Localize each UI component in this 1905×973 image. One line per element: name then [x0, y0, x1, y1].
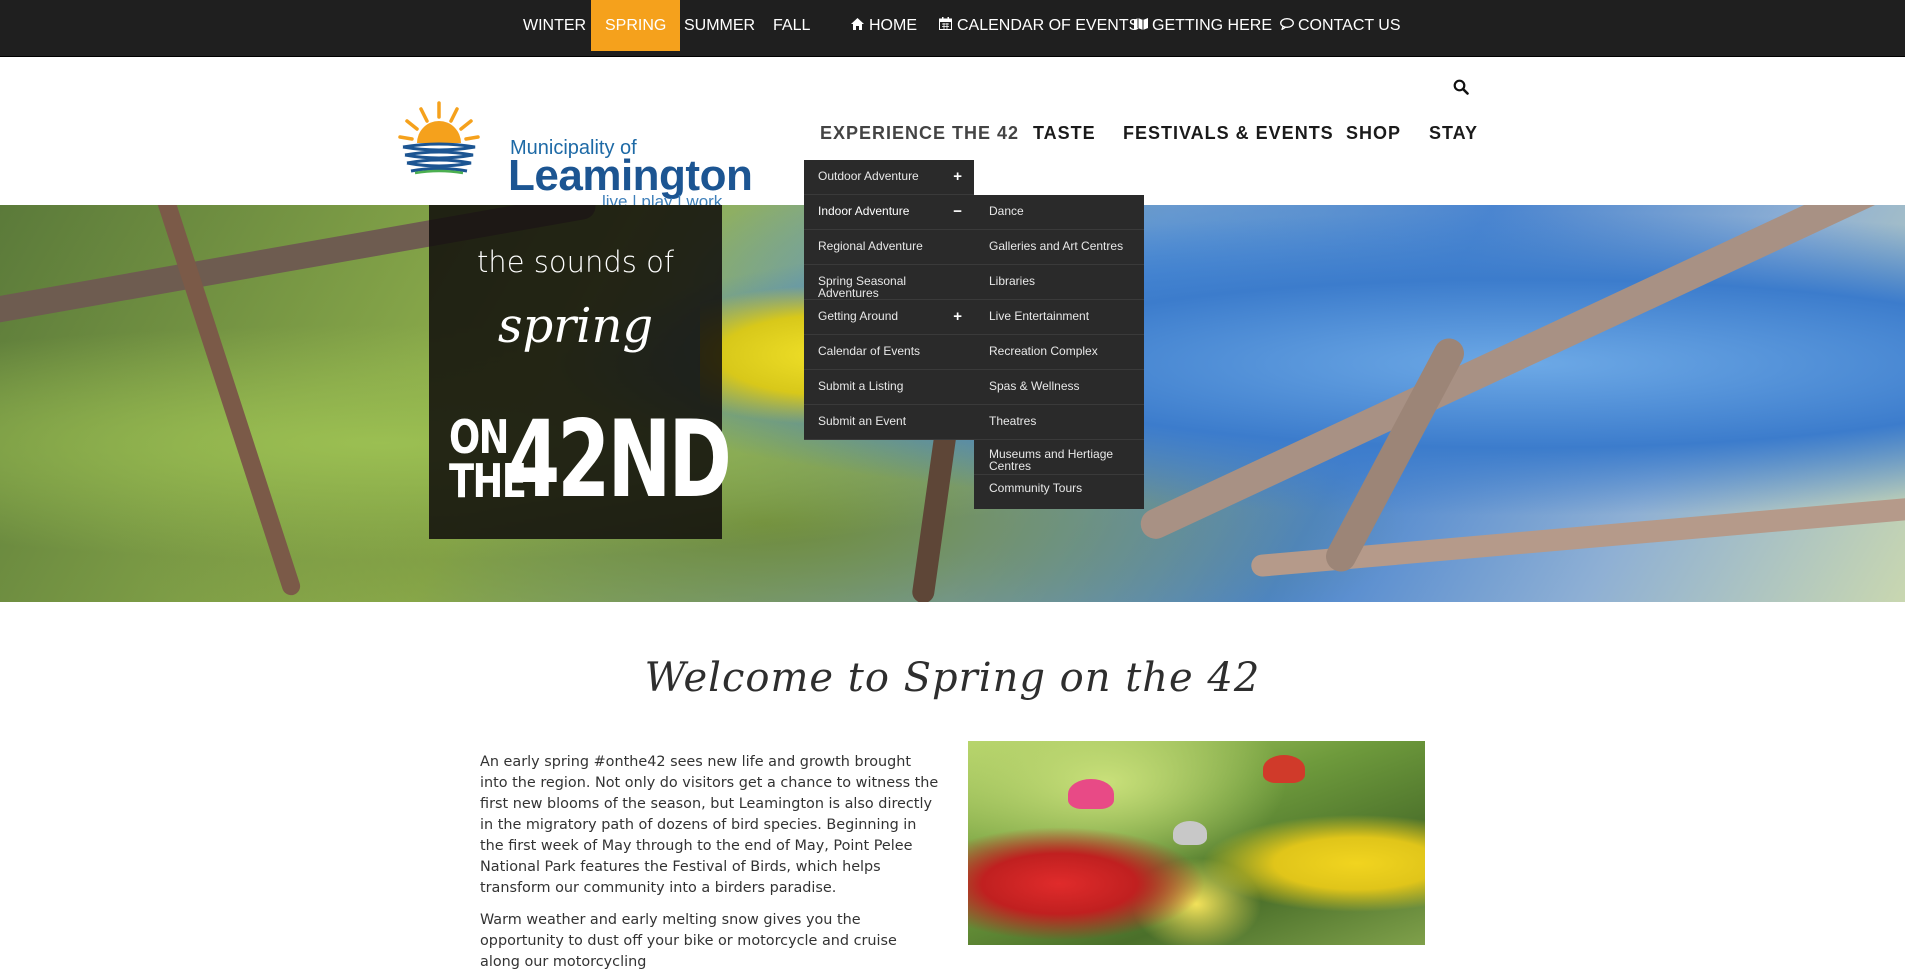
submenu-item-community-tours[interactable]: Community Tours [974, 475, 1144, 510]
dropdown-item-label: Submit a Listing [818, 379, 904, 393]
hero-42nd-text: 42ND [507, 398, 732, 521]
calendar-of-events-link[interactable]: CALENDAR OF EVENTS [938, 0, 1139, 51]
submenu-item-libraries[interactable]: Libraries [974, 265, 1144, 300]
expand-plus-icon[interactable]: + [953, 308, 962, 325]
nav-stay[interactable]: STAY [1429, 123, 1478, 144]
submenu-item-spas-wellness[interactable]: Spas & Wellness [974, 370, 1144, 405]
submenu-item-label: Libraries [989, 274, 1036, 288]
experience-dropdown-menu: Outdoor Adventure + Indoor Adventure − R… [804, 160, 974, 440]
getting-here-label: GETTING HERE [1152, 17, 1273, 34]
map-icon [1133, 0, 1148, 51]
dropdown-item-label: Spring Seasonal Adventures [818, 274, 907, 300]
submenu-item-label: Theatres [989, 414, 1037, 428]
nav-experience-the-42[interactable]: EXPERIENCE THE 42 [820, 123, 1019, 144]
home-link[interactable]: HOME [850, 0, 917, 51]
getting-here-link[interactable]: GETTING HERE [1133, 0, 1272, 51]
nav-shop[interactable]: SHOP [1346, 123, 1401, 144]
submenu-item-theatres[interactable]: Theatres [974, 405, 1144, 440]
contact-us-link[interactable]: CONTACT US [1279, 0, 1401, 51]
season-winter-link[interactable]: WINTER [523, 0, 586, 51]
nav-taste[interactable]: TASTE [1033, 123, 1096, 144]
leamington-logo[interactable]: Municipality of Leamington live | play |… [397, 97, 753, 211]
submenu-item-label: Spas & Wellness [989, 379, 1080, 393]
sun-logo-icon [398, 101, 480, 175]
helmet-shape [1173, 821, 1207, 845]
dropdown-item-calendar-of-events[interactable]: Calendar of Events [804, 335, 974, 370]
hero-line-spring: spring [497, 298, 654, 354]
submenu-item-label: Museums and Hertiage Centres [989, 447, 1114, 473]
nav-festivals-events[interactable]: FESTIVALS & EVENTS [1123, 123, 1334, 144]
dropdown-item-getting-around[interactable]: Getting Around + [804, 300, 974, 335]
home-link-label: HOME [869, 17, 917, 34]
family-cycling-photo [968, 741, 1425, 945]
submenu-item-dance[interactable]: Dance [974, 195, 1144, 230]
top-bar: WINTER SPRING SUMMER FALL HOME CALENDAR … [0, 0, 1905, 57]
dropdown-item-label: Regional Adventure [818, 239, 923, 253]
calendar-icon [938, 0, 953, 51]
indoor-adventure-submenu: Dance Galleries and Art Centres Librarie… [974, 195, 1144, 509]
welcome-heading: Welcome to Spring on the 42 [644, 655, 1261, 701]
collapse-minus-icon[interactable]: − [953, 203, 962, 220]
submenu-item-label: Community Tours [989, 481, 1083, 495]
submenu-item-label: Dance [989, 204, 1024, 218]
season-fall-link[interactable]: FALL [773, 0, 810, 51]
dropdown-item-label: Submit an Event [818, 414, 907, 428]
search-icon[interactable] [1453, 79, 1473, 99]
comment-icon [1279, 0, 1294, 51]
helmet-shape [1068, 779, 1114, 809]
hero-branch [1135, 205, 1905, 544]
expand-plus-icon[interactable]: + [953, 168, 962, 185]
season-summer-link[interactable]: SUMMER [684, 0, 755, 51]
helmet-shape [1263, 755, 1305, 783]
dropdown-item-label: Outdoor Adventure [818, 169, 919, 183]
submenu-item-label: Live Entertainment [989, 309, 1090, 323]
submenu-item-label: Recreation Complex [989, 344, 1098, 358]
submenu-item-live-entertainment[interactable]: Live Entertainment [974, 300, 1144, 335]
dropdown-item-indoor-adventure[interactable]: Indoor Adventure − [804, 195, 974, 230]
contact-us-label: CONTACT US [1298, 17, 1401, 34]
intro-paragraph-2: Warm weather and early melting snow give… [480, 912, 897, 970]
dropdown-item-spring-seasonal-adventures[interactable]: Spring Seasonal Adventures [804, 265, 974, 300]
calendar-of-events-label: CALENDAR OF EVENTS [957, 17, 1140, 34]
home-icon [850, 0, 865, 51]
intro-paragraph: An early spring #onthe42 sees new life a… [480, 754, 939, 896]
season-spring-link[interactable]: SPRING [591, 0, 681, 51]
dropdown-item-regional-adventure[interactable]: Regional Adventure [804, 230, 974, 265]
dropdown-item-label: Indoor Adventure [818, 204, 910, 218]
hero-line-sounds: the sounds of [476, 245, 675, 279]
dropdown-item-label: Getting Around [818, 309, 899, 323]
hero-title-card: the sounds of spring ON THE 42ND [429, 205, 732, 539]
dropdown-item-submit-a-listing[interactable]: Submit a Listing [804, 370, 974, 405]
dropdown-item-submit-an-event[interactable]: Submit an Event [804, 405, 974, 440]
submenu-item-recreation-complex[interactable]: Recreation Complex [974, 335, 1144, 370]
dropdown-item-outdoor-adventure[interactable]: Outdoor Adventure + [804, 160, 974, 195]
submenu-item-label: Galleries and Art Centres [989, 239, 1124, 253]
dropdown-item-label: Calendar of Events [818, 344, 921, 358]
submenu-item-galleries[interactable]: Galleries and Art Centres [974, 230, 1144, 265]
submenu-item-museums[interactable]: Museums and Hertiage Centres [974, 440, 1144, 475]
